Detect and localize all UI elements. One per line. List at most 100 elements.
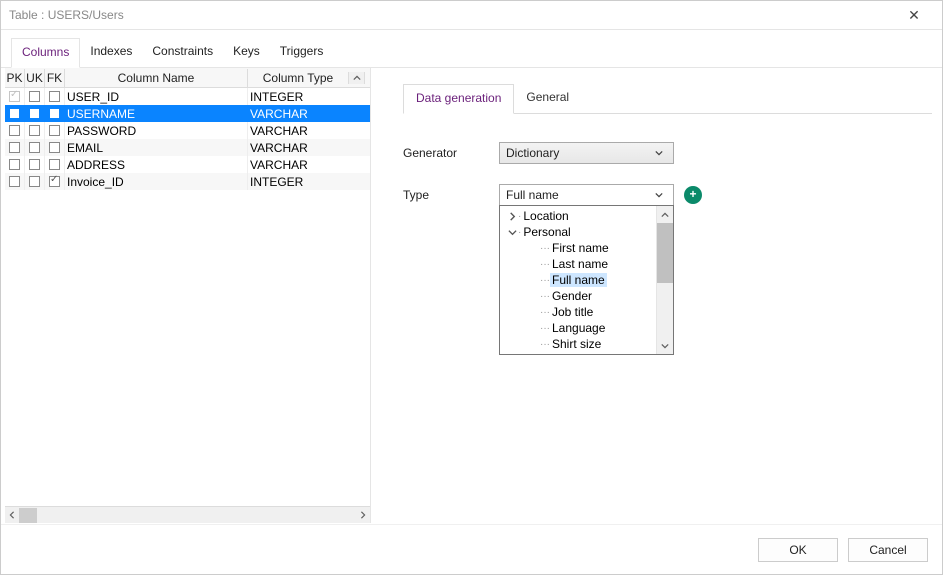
uk-checkbox[interactable] <box>29 176 40 187</box>
header-column-name[interactable]: Column Name <box>65 69 248 87</box>
tree-list: ·Location·Personal···First name···Last n… <box>500 206 673 354</box>
column-name-cell: USERNAME <box>65 105 248 122</box>
vertical-scrollbar[interactable] <box>656 206 673 354</box>
header-column-type[interactable]: Column Type <box>248 69 348 87</box>
tree-leaf[interactable]: ···Full name <box>500 272 673 288</box>
pk-checkbox[interactable] <box>9 159 20 170</box>
tree-leaf[interactable]: ···Job title <box>500 304 673 320</box>
uk-checkbox[interactable] <box>29 91 40 102</box>
table-row[interactable]: USER_IDINTEGER <box>5 88 370 105</box>
tree-item-label: Full name <box>550 273 607 287</box>
column-type-cell: INTEGER <box>248 88 365 105</box>
header-uk[interactable]: UK <box>25 69 45 87</box>
column-name-cell: EMAIL <box>65 139 248 156</box>
fk-checkbox[interactable] <box>49 142 60 153</box>
header-pk[interactable]: PK <box>5 69 25 87</box>
generator-value: Dictionary <box>506 146 651 160</box>
type-label: Type <box>403 184 499 202</box>
tree-item-label: Personal <box>521 225 572 239</box>
table-row[interactable]: ADDRESSVARCHAR <box>5 156 370 173</box>
right-panel: Data generation General Generator Dictio… <box>371 68 942 523</box>
uk-checkbox[interactable] <box>29 142 40 153</box>
chevron-down-icon <box>651 188 667 202</box>
column-type-cell: INTEGER <box>248 173 365 190</box>
scroll-right-icon[interactable] <box>356 508 370 523</box>
type-value: Full name <box>506 188 651 202</box>
column-type-cell: VARCHAR <box>248 139 365 156</box>
scroll-down-icon[interactable] <box>657 337 673 354</box>
fk-checkbox[interactable] <box>49 159 60 170</box>
pk-checkbox[interactable] <box>9 142 20 153</box>
close-icon[interactable]: ✕ <box>894 7 934 24</box>
tree-item-label: Shirt size <box>550 337 603 351</box>
tree-leaf[interactable]: ···Shirt size <box>500 336 673 352</box>
chevron-right-icon <box>506 212 518 221</box>
titlebar: Table : USERS/Users ✕ <box>1 1 942 30</box>
fk-checkbox[interactable] <box>49 125 60 136</box>
grid-body: USER_IDINTEGERUSERNAMEVARCHARPASSWORDVAR… <box>5 88 370 506</box>
add-button[interactable]: + <box>684 186 702 204</box>
tree-leaf[interactable]: ···First name <box>500 240 673 256</box>
uk-checkbox[interactable] <box>29 159 40 170</box>
pk-checkbox[interactable] <box>9 108 20 119</box>
header-fk[interactable]: FK <box>45 69 65 87</box>
plus-icon: + <box>689 187 696 201</box>
top-tabs: Columns Indexes Constraints Keys Trigger… <box>1 30 942 68</box>
table-row[interactable]: USERNAMEVARCHAR <box>5 105 370 122</box>
ok-button[interactable]: OK <box>758 538 838 562</box>
tab-indexes[interactable]: Indexes <box>80 38 142 67</box>
pk-checkbox[interactable] <box>9 125 20 136</box>
fk-checkbox[interactable] <box>49 91 60 102</box>
content: PK UK FK Column Name Column Type USER_ID… <box>1 68 942 523</box>
generator-dropdown[interactable]: Dictionary <box>499 142 674 164</box>
tab-constraints[interactable]: Constraints <box>142 38 223 67</box>
scrollbar-thumb[interactable] <box>19 508 37 523</box>
dialog-footer: OK Cancel <box>1 524 942 574</box>
type-tree-dropdown: ·Location·Personal···First name···Last n… <box>499 205 674 355</box>
tree-branch[interactable]: ·Personal <box>500 224 673 240</box>
tree-branch[interactable]: ·Location <box>500 208 673 224</box>
scrollbar-thumb[interactable] <box>657 223 673 283</box>
pk-checkbox[interactable] <box>9 91 20 102</box>
column-type-cell: VARCHAR <box>248 122 365 139</box>
tree-leaf[interactable]: ···Language <box>500 320 673 336</box>
pk-checkbox[interactable] <box>9 176 20 187</box>
scroll-up-icon[interactable] <box>657 206 673 223</box>
chevron-down-icon <box>651 146 667 160</box>
scrollbar-track[interactable] <box>657 223 673 337</box>
scroll-up-icon[interactable] <box>348 72 365 84</box>
tab-general[interactable]: General <box>514 84 581 113</box>
tree-item-label: Gender <box>550 289 594 303</box>
fk-checkbox[interactable] <box>49 108 60 119</box>
type-row: Type Full name ·Location·Personal···Firs… <box>403 184 932 355</box>
scrollbar-track[interactable] <box>19 508 356 523</box>
chevron-down-icon <box>506 228 518 237</box>
tab-keys[interactable]: Keys <box>223 38 270 67</box>
tree-leaf[interactable]: ···Gender <box>500 288 673 304</box>
uk-checkbox[interactable] <box>29 108 40 119</box>
horizontal-scrollbar[interactable] <box>5 506 370 523</box>
table-row[interactable]: PASSWORDVARCHAR <box>5 122 370 139</box>
column-name-cell: Invoice_ID <box>65 173 248 190</box>
tab-columns[interactable]: Columns <box>11 38 80 68</box>
uk-checkbox[interactable] <box>29 125 40 136</box>
table-row[interactable]: Invoice_IDINTEGER <box>5 173 370 190</box>
scroll-left-icon[interactable] <box>5 508 19 523</box>
tab-data-generation[interactable]: Data generation <box>403 84 514 114</box>
tab-triggers[interactable]: Triggers <box>270 38 334 67</box>
tree-leaf[interactable]: ···Last name <box>500 256 673 272</box>
cancel-button[interactable]: Cancel <box>848 538 928 562</box>
table-row[interactable]: EMAILVARCHAR <box>5 139 370 156</box>
columns-grid: PK UK FK Column Name Column Type USER_ID… <box>1 68 371 523</box>
grid-header: PK UK FK Column Name Column Type <box>5 68 370 88</box>
tree-item-label: First name <box>550 241 611 255</box>
type-dropdown[interactable]: Full name <box>499 184 674 206</box>
tree-item-label: Job title <box>550 305 595 319</box>
window-title: Table : USERS/Users <box>9 8 894 22</box>
fk-checkbox[interactable] <box>49 176 60 187</box>
column-name-cell: PASSWORD <box>65 122 248 139</box>
right-tabs: Data generation General <box>403 84 932 114</box>
tree-item-label: Last name <box>550 257 610 271</box>
column-name-cell: USER_ID <box>65 88 248 105</box>
tree-item-label: Language <box>550 321 607 335</box>
